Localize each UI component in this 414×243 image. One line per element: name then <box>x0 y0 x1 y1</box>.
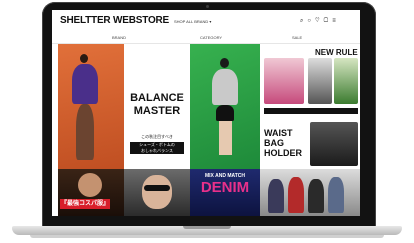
banner-waist-bag[interactable]: WAIST BAG HOLDER <box>260 120 360 168</box>
main-nav: BRAND CATEGORY SALE <box>52 34 360 44</box>
banner-kosupa[interactable]: 『最強コスパ服』 <box>58 169 124 216</box>
nav-item-brand[interactable]: BRAND <box>112 35 126 40</box>
title-line: WAIST <box>264 128 293 138</box>
banner-title: WAIST BAG HOLDER <box>264 128 302 158</box>
banner-orange-coat[interactable] <box>58 44 124 169</box>
title-line: HOLDER <box>264 148 302 158</box>
banner-denim[interactable]: MIX AND MATCH DENIM <box>190 169 260 216</box>
browser-screen: SHELTTER WEBSTORE SHOP ALL BRAND ▾ ⌕○♡▢≡… <box>52 10 360 216</box>
webcam-icon <box>206 5 209 8</box>
nav-item-category[interactable]: CATEGORY <box>200 35 222 40</box>
banner-copy: この秋注目すべき <box>141 134 173 139</box>
banner-balance-master[interactable]: BALANCE MASTER この秋注目すべき シューズ・ボトムの おしゃれバラ… <box>124 44 190 169</box>
box-line: おしゃれバランス <box>141 148 173 153</box>
nav-item-sale[interactable]: SALE <box>292 35 302 40</box>
banner-title: MASTER <box>133 105 181 117</box>
banner-title: DENIM <box>200 179 250 196</box>
site-header: SHELTTER WEBSTORE SHOP ALL BRAND ▾ ⌕○♡▢≡ <box>52 10 360 34</box>
header-icons: ⌕○♡▢≡ <box>300 18 340 25</box>
banner-title: NEW RULE <box>315 48 358 57</box>
banner-group[interactable] <box>260 169 360 216</box>
banner-title: BALANCE <box>130 92 184 104</box>
brand-selector[interactable]: SHOP ALL BRAND ▾ <box>174 19 211 24</box>
banner-new-rule[interactable]: NEW RULE <box>260 44 360 120</box>
laptop-shadow <box>30 235 384 238</box>
menu-icon[interactable]: ≡ <box>332 18 340 24</box>
banner-label: 『最強コスパ服』 <box>60 199 110 209</box>
banner-copy-box: シューズ・ボトムの おしゃれバランス <box>130 142 184 154</box>
cart-icon[interactable]: ▢ <box>324 18 333 24</box>
store-logo[interactable]: SHELTTER WEBSTORE <box>60 15 169 26</box>
banner-sunglasses[interactable] <box>124 169 190 216</box>
title-line: BAG <box>264 138 284 148</box>
banner-green-model[interactable] <box>190 44 260 169</box>
account-icon[interactable]: ○ <box>307 18 315 24</box>
favorite-icon[interactable]: ♡ <box>315 18 324 24</box>
laptop-notch <box>183 226 231 229</box>
